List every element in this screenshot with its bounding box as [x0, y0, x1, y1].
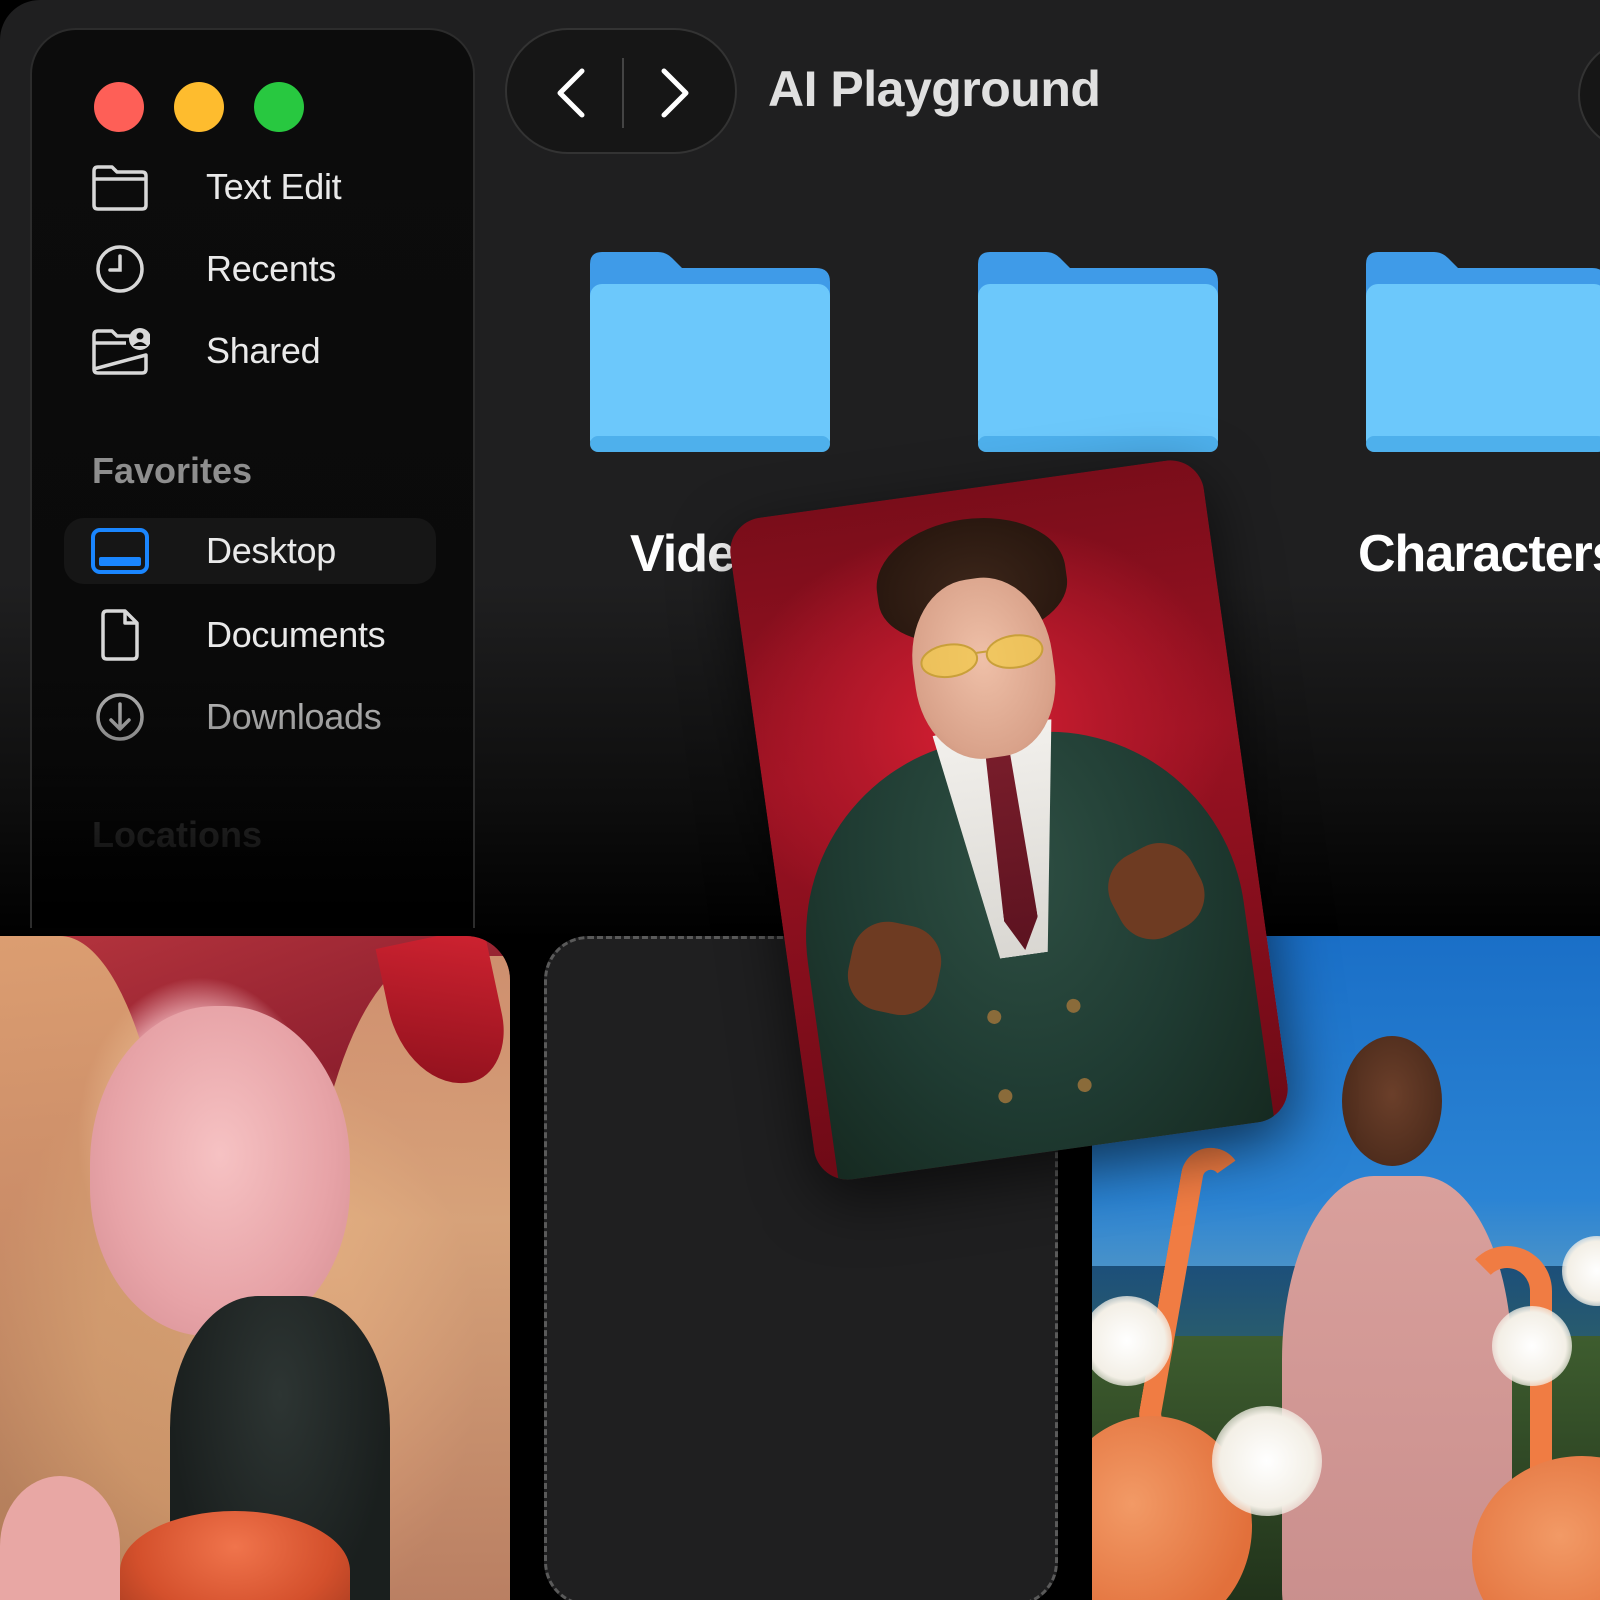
folder-icon[interactable]: [978, 250, 1218, 456]
toolbar-button[interactable]: [1578, 40, 1600, 150]
folder-label[interactable]: Characters: [1358, 524, 1600, 584]
folder-icon[interactable]: [1366, 250, 1600, 456]
folder-icon: [92, 165, 148, 211]
sidebar-item-label: Recents: [206, 248, 336, 289]
close-window-button[interactable]: [94, 82, 144, 132]
locations-section-label: Locations: [92, 814, 263, 855]
sidebar-item-label: Documents: [206, 614, 386, 655]
clock-icon: [96, 245, 144, 293]
folder-icon[interactable]: [590, 250, 830, 456]
sidebar-item-shared[interactable]: Shared: [64, 318, 436, 384]
image-detail: [1212, 1406, 1322, 1516]
sidebar-item-label: Shared: [206, 330, 321, 371]
sidebar-item-desktop[interactable]: Desktop: [64, 518, 436, 584]
sidebar-item-documents[interactable]: Documents: [64, 602, 436, 668]
sidebar: Text Edit Recents Shared Favorites Deskt…: [30, 28, 475, 928]
document-icon: [101, 609, 139, 661]
sidebar-item-text-edit[interactable]: Text Edit: [64, 154, 436, 220]
image-detail: [90, 1006, 350, 1336]
desktop-icon: [91, 528, 149, 574]
stage: Text Edit Recents Shared Favorites Deskt…: [0, 0, 1600, 1600]
minimize-window-button[interactable]: [174, 82, 224, 132]
sidebar-item-recents[interactable]: Recents: [64, 236, 436, 302]
sidebar-item-label: Text Edit: [206, 166, 342, 207]
portrait-image-card[interactable]: [0, 936, 510, 1600]
navigation-pill: [505, 28, 737, 154]
sidebar-item-downloads[interactable]: Downloads: [64, 684, 436, 750]
download-icon: [96, 693, 144, 741]
back-button[interactable]: [537, 58, 607, 128]
favorites-section-label: Favorites: [92, 450, 253, 491]
window-title: AI Playground: [768, 61, 1101, 117]
chevron-left-icon: [557, 68, 585, 118]
sidebar-item-label: Downloads: [206, 696, 382, 737]
shared-folder-icon: [92, 328, 150, 375]
zoom-window-button[interactable]: [254, 82, 304, 132]
chevron-right-icon: [661, 68, 689, 118]
forward-button[interactable]: [639, 58, 709, 128]
image-detail: [1492, 1306, 1572, 1386]
dragged-photo-card[interactable]: [725, 455, 1293, 1185]
image-detail: [1342, 1036, 1442, 1166]
nav-divider: [622, 58, 624, 128]
sidebar-item-label: Desktop: [206, 530, 336, 571]
